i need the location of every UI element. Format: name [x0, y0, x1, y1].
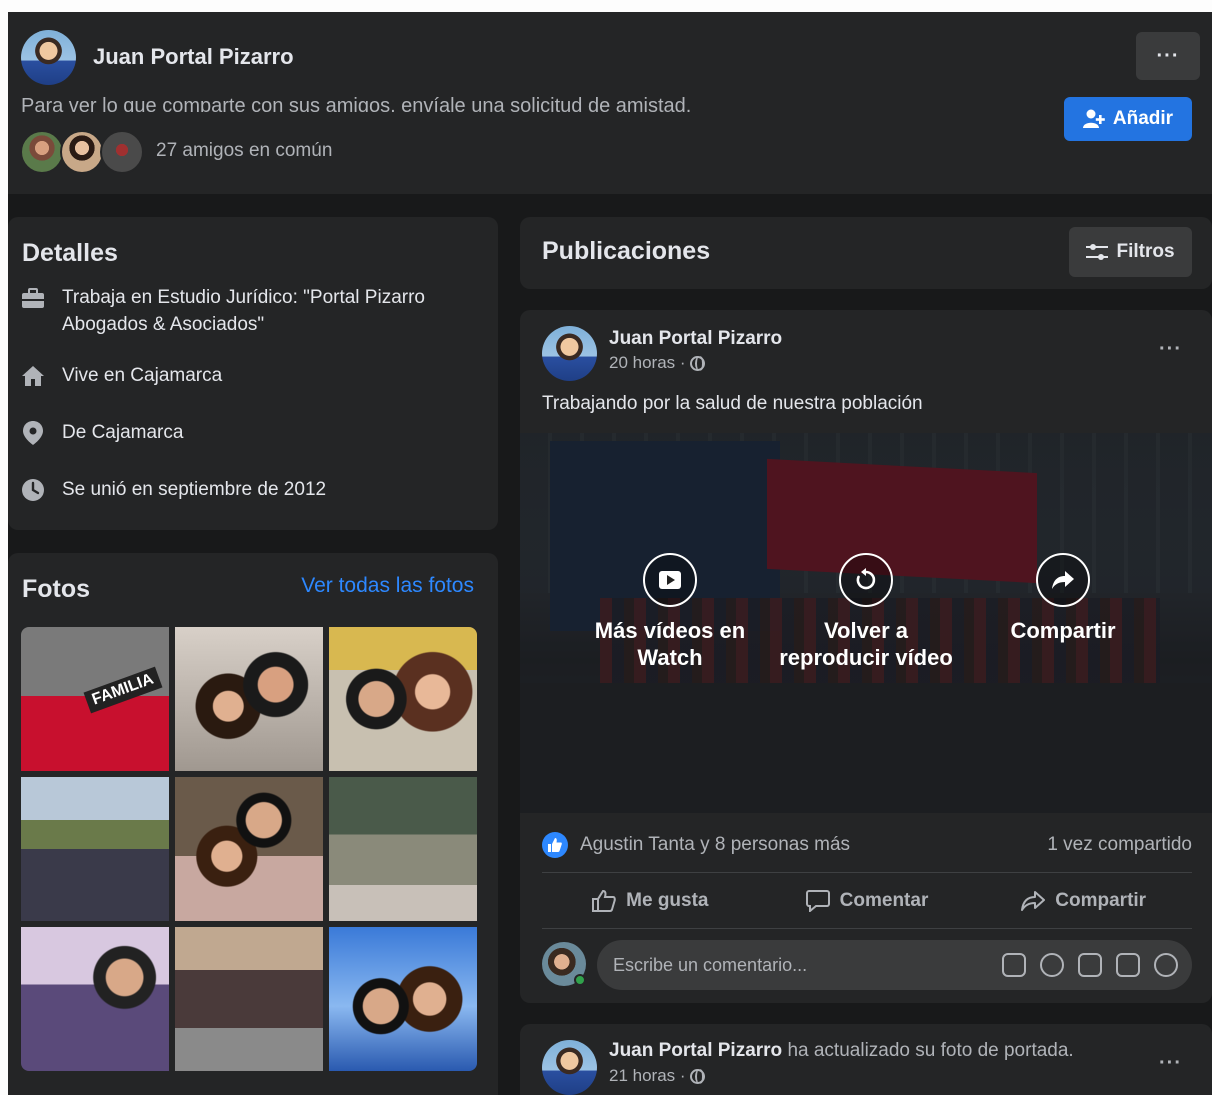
camera-icon[interactable]	[1078, 953, 1102, 977]
comment-composer: Escribe un comentario...	[542, 940, 1192, 990]
post-reactions[interactable]: Agustin Tanta y 8 personas más	[542, 832, 850, 858]
reactions-text: Agustin Tanta y 8 personas más	[580, 834, 851, 855]
like-label: Me gusta	[626, 890, 709, 911]
replay-icon	[839, 553, 893, 607]
divider	[542, 872, 1192, 873]
photos-card: Fotos Ver todas las fotos	[8, 553, 498, 1095]
filters-label: Filtros	[1116, 241, 1175, 262]
photo-thumbnail[interactable]	[175, 777, 323, 921]
video-player[interactable]: Más vídeos en Watch Volver a reproducir …	[520, 433, 1212, 813]
briefcase-icon	[20, 285, 46, 311]
location-pin-icon	[20, 420, 46, 446]
detail-work: Trabaja en Estudio Jurídico: "Portal Piz…	[20, 284, 480, 338]
post2-author-name[interactable]: Juan Portal Pizarro	[609, 1040, 782, 1061]
post-card: Juan Portal Pizarro 20 horas · ··· Traba…	[520, 310, 1212, 1003]
post2-more-button[interactable]: ···	[1159, 1052, 1182, 1075]
detail-lives: Vive en Cajamarca	[20, 362, 480, 389]
photo-thumbnail[interactable]	[21, 777, 169, 921]
globe-icon	[689, 1068, 705, 1084]
photo-thumbnail[interactable]	[175, 927, 323, 1071]
share-arrow-icon	[1036, 553, 1090, 607]
comment-label: Comentar	[839, 890, 929, 911]
post-timestamp[interactable]: 20 horas ·	[609, 353, 705, 373]
video-share-button[interactable]: Compartir	[973, 553, 1153, 644]
emoji-icon[interactable]	[1040, 953, 1064, 977]
publications-header: Publicaciones Filtros	[520, 217, 1212, 289]
like-button[interactable]: Me gusta	[542, 876, 759, 926]
add-friend-button[interactable]: Añadir	[1064, 97, 1192, 141]
post-text: Trabajando por la salud de nuestra pobla…	[542, 393, 923, 414]
details-title: Detalles	[22, 239, 118, 267]
post-actions: Me gusta Comentar Compartir	[542, 876, 1192, 926]
post-time-text: 20 horas ·	[609, 353, 686, 372]
add-friend-label: Añadir	[1112, 108, 1174, 129]
more-videos-label: Más vídeos en Watch	[594, 618, 746, 670]
thumbs-up-icon	[592, 890, 616, 912]
post-card-2: Juan Portal Pizarro ha actualizado su fo…	[520, 1024, 1212, 1095]
post-author-name[interactable]: Juan Portal Pizarro	[609, 328, 782, 350]
divider	[542, 928, 1192, 929]
add-friend-icon	[1082, 109, 1105, 128]
photo-thumbnail[interactable]	[329, 627, 477, 771]
photo-thumbnail[interactable]	[329, 777, 477, 921]
share-label: Compartir	[1055, 890, 1147, 911]
replay-video-button[interactable]: Volver a reproducir vídeo	[776, 553, 956, 671]
photo-thumbnail[interactable]	[175, 627, 323, 771]
photo-grid	[21, 627, 477, 1071]
photo-thumbnail[interactable]	[21, 627, 169, 771]
post-more-button[interactable]: ···	[1159, 338, 1182, 361]
detail-work-text: Trabaja en Estudio Jurídico: "Portal Piz…	[62, 287, 425, 335]
post2-author-avatar[interactable]	[542, 1040, 597, 1095]
profile-name[interactable]: Juan Portal Pizarro	[93, 44, 294, 70]
detail-lives-text: Vive en Cajamarca	[62, 365, 223, 386]
filters-icon	[1086, 244, 1109, 260]
replay-video-label: Volver a reproducir vídeo	[779, 618, 953, 670]
comment-button[interactable]: Comentar	[759, 876, 976, 926]
mutual-friends-count[interactable]: 27 amigos en común	[156, 140, 332, 162]
gif-icon[interactable]	[1116, 953, 1140, 977]
home-icon	[20, 363, 46, 389]
profile-avatar[interactable]	[21, 30, 76, 85]
more-options-button[interactable]: ···	[1136, 32, 1200, 80]
post-author-avatar[interactable]	[542, 326, 597, 381]
share-icon	[1021, 891, 1046, 911]
mutual-friend-avatar[interactable]	[60, 130, 104, 174]
avatar-sticker-icon[interactable]	[1002, 953, 1026, 977]
profile-header: Juan Portal Pizarro ··· Para ver lo que …	[8, 12, 1212, 194]
shares-count[interactable]: 1 vez compartido	[1047, 834, 1192, 856]
detail-joined: Se unió en septiembre de 2012	[20, 476, 480, 503]
post2-time-text: 21 horas ·	[609, 1066, 686, 1085]
mutual-friends-avatars[interactable]	[20, 130, 150, 176]
more-videos-watch-button[interactable]: Más vídeos en Watch	[580, 553, 760, 671]
detail-joined-text: Se unió en septiembre de 2012	[62, 479, 327, 500]
comment-icon	[805, 890, 830, 912]
online-status-dot	[574, 974, 586, 986]
comment-placeholder: Escribe un comentario...	[613, 954, 808, 975]
comment-tools	[1002, 953, 1178, 977]
sticker-icon[interactable]	[1154, 953, 1178, 977]
video-share-label: Compartir	[1010, 618, 1116, 643]
friend-request-hint: Para ver lo que comparte con sus amigos,…	[21, 95, 692, 112]
post2-headline: Juan Portal Pizarro ha actualizado su fo…	[609, 1040, 1074, 1062]
publications-title: Publicaciones	[542, 237, 711, 265]
play-video-icon	[643, 553, 697, 607]
see-all-photos-link[interactable]: Ver todas las fotos	[301, 574, 474, 598]
post2-timestamp[interactable]: 21 horas ·	[609, 1066, 705, 1086]
photo-thumbnail[interactable]	[329, 927, 477, 1071]
detail-from-text: De Cajamarca	[62, 422, 184, 443]
details-card: Detalles Trabaja en Estudio Jurídico: "P…	[8, 217, 498, 530]
photo-thumbnail[interactable]	[21, 927, 169, 1071]
post2-action-text: ha actualizado su foto de portada.	[782, 1040, 1074, 1061]
like-reaction-icon	[542, 832, 568, 858]
clock-icon	[20, 477, 46, 503]
filters-button[interactable]: Filtros	[1069, 227, 1192, 277]
globe-icon	[689, 355, 705, 371]
mutual-friend-avatar[interactable]	[100, 130, 144, 174]
mutual-friend-avatar[interactable]	[20, 130, 64, 174]
detail-from: De Cajamarca	[20, 419, 480, 446]
comment-input[interactable]: Escribe un comentario...	[597, 940, 1192, 990]
share-button[interactable]: Compartir	[975, 876, 1192, 926]
photos-title: Fotos	[22, 575, 91, 603]
